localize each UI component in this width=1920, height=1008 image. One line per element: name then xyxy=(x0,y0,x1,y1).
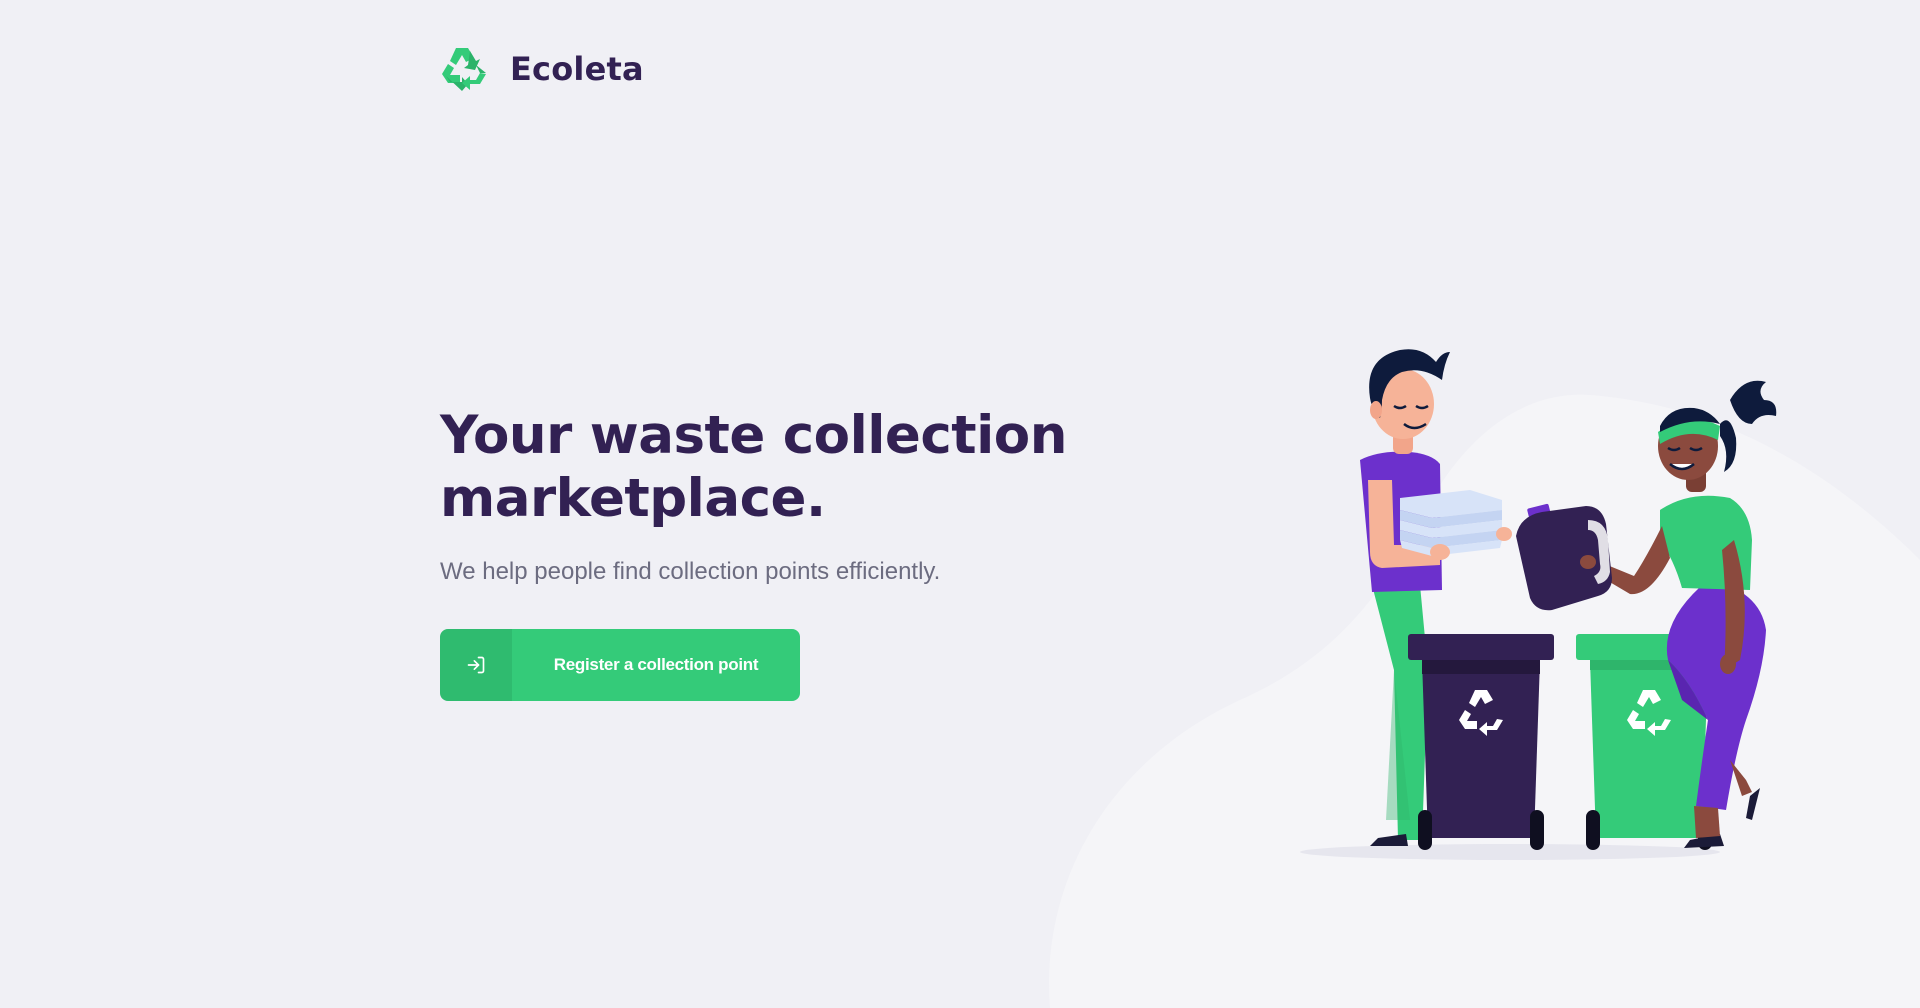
page-subtitle: We help people find collection points ef… xyxy=(440,558,941,585)
home-page: Ecoleta Your waste collection marketplac… xyxy=(0,0,1920,1008)
page-title: Your waste collection marketplace. xyxy=(440,404,1080,530)
log-in-icon xyxy=(467,656,485,674)
dark-recycling-bin xyxy=(1408,634,1554,850)
cta-label: Register a collection point xyxy=(553,655,759,674)
title-line-1: Your waste collection xyxy=(440,405,1067,466)
title-line-2: marketplace. xyxy=(440,468,826,529)
header: Ecoleta xyxy=(440,46,644,92)
cta-icon-box xyxy=(440,629,512,701)
recycling-people-illustration xyxy=(1300,349,1777,860)
register-collection-point-button[interactable]: Register a collection point xyxy=(440,629,800,701)
brand-name[interactable]: Ecoleta xyxy=(510,50,644,88)
hero: Your waste collection marketplace. We he… xyxy=(440,404,1080,588)
recycle-icon xyxy=(440,46,488,92)
